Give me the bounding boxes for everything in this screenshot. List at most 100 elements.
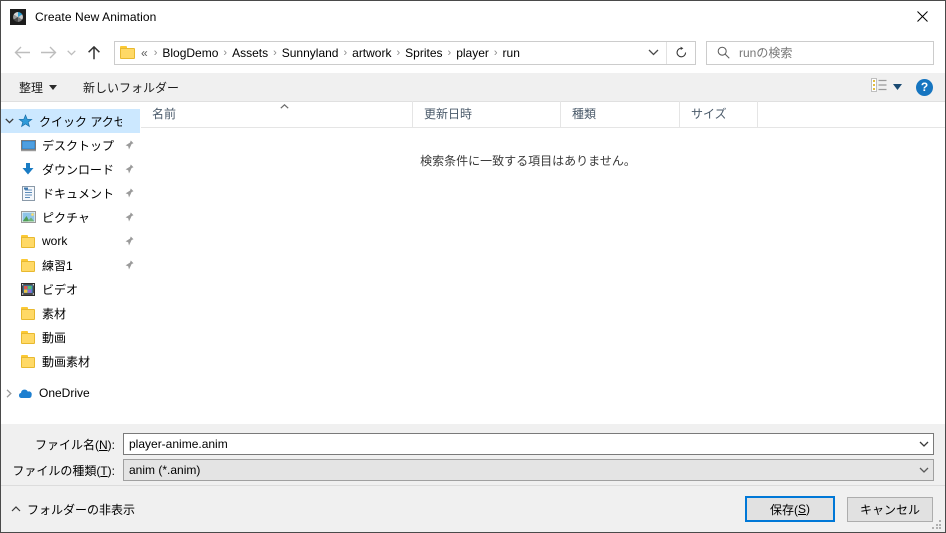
folder-icon — [20, 353, 36, 369]
file-name-chevron-down-icon[interactable] — [914, 434, 933, 454]
breadcrumb-item-2[interactable]: Sunnyland — [282, 46, 339, 60]
command-toolbar: 整理 新しいフォルダー ? — [1, 73, 945, 102]
sidebar-item-downloads[interactable]: ダウンロード — [1, 157, 140, 181]
caret-down-icon — [893, 84, 902, 90]
dialog-footer: フォルダーの非表示 保存(S) キャンセル — [1, 485, 945, 532]
folder-icon — [120, 45, 136, 60]
chevron-down-icon[interactable] — [1, 109, 17, 133]
pin-icon — [122, 236, 136, 246]
file-name-form: ファイル名(N): player-anime.anim ファイルの種類(T): … — [1, 424, 945, 485]
caret-down-icon — [49, 84, 58, 90]
breadcrumb-item-3[interactable]: artwork — [352, 46, 391, 60]
folder-icon — [20, 305, 36, 321]
organize-button[interactable]: 整理 — [19, 79, 58, 96]
file-type-select[interactable]: anim (*.anim) — [123, 459, 934, 481]
sidebar-item-pictures[interactable]: ピクチャ — [1, 205, 140, 229]
hide-folders-button[interactable]: フォルダーの非表示 — [11, 501, 135, 518]
search-input[interactable]: runの検索 — [706, 40, 934, 65]
chevron-right-icon[interactable] — [1, 381, 17, 405]
breadcrumb-overflow[interactable]: « — [141, 46, 149, 60]
breadcrumb-separator[interactable]: › — [391, 47, 405, 59]
onedrive-icon — [17, 385, 33, 401]
close-icon[interactable] — [899, 1, 945, 32]
folder-icon — [20, 233, 36, 249]
new-folder-label: 新しいフォルダー — [83, 80, 180, 95]
folder-icon — [20, 329, 36, 345]
sidebar-item-documents[interactable]: ドキュメント — [1, 181, 140, 205]
sidebar-item-label: work — [42, 234, 68, 248]
search-placeholder: runの検索 — [739, 46, 793, 60]
navigation-bar: « › BlogDemo › Assets › Sunnyland › artw… — [1, 32, 945, 73]
breadcrumb-separator[interactable]: › — [443, 47, 457, 59]
arrow-up-icon[interactable] — [81, 40, 107, 66]
column-header-name[interactable]: 名前 — [141, 101, 412, 127]
view-options-button[interactable] — [871, 77, 902, 97]
file-type-value: anim (*.anim) — [129, 463, 201, 477]
save-file-dialog: Create New Animation « › BlogDemo › Asse… — [0, 0, 946, 533]
sidebar-item-videos[interactable]: ビデオ — [1, 277, 140, 301]
breadcrumb-item-1[interactable]: Assets — [232, 46, 268, 60]
refresh-icon[interactable] — [666, 41, 695, 64]
unity-app-icon — [10, 8, 26, 25]
breadcrumb: « › BlogDemo › Assets › Sunnyland › artw… — [141, 46, 640, 60]
file-list-pane: 名前 更新日時 種類 サイズ 検索条件に一致する項目はありません。 — [140, 101, 945, 424]
help-icon[interactable]: ? — [916, 78, 933, 96]
breadcrumb-item-5[interactable]: player — [456, 46, 489, 60]
cancel-label: キャンセル — [859, 502, 920, 517]
sidebar-item-label: 動画 — [42, 330, 67, 345]
sidebar-item-label: ピクチャ — [42, 210, 90, 225]
organize-label: 整理 — [19, 80, 44, 95]
sidebar-item-work[interactable]: work — [1, 229, 140, 253]
breadcrumb-item-4[interactable]: Sprites — [405, 46, 442, 60]
sidebar-item-onedrive[interactable]: OneDrive — [1, 381, 140, 405]
cancel-button[interactable]: キャンセル — [847, 496, 933, 522]
column-header-row: 名前 更新日時 種類 サイズ — [141, 101, 945, 128]
sidebar-item-douga[interactable]: 動画 — [1, 325, 140, 349]
pictures-icon — [20, 209, 36, 225]
desktop-icon — [20, 137, 36, 153]
file-type-row: ファイルの種類(T): anim (*.anim) — [1, 459, 934, 481]
sidebar-item-quick-access[interactable]: クイック アクセス — [1, 109, 140, 133]
title-bar: Create New Animation — [1, 1, 945, 32]
resize-grip-icon[interactable] — [932, 520, 942, 530]
breadcrumb-separator[interactable]: › — [489, 47, 503, 59]
address-bar[interactable]: « › BlogDemo › Assets › Sunnyland › artw… — [114, 40, 696, 65]
sidebar-item-sozai[interactable]: 素材 — [1, 301, 140, 325]
sidebar-item-label: 練習1 — [42, 258, 73, 273]
arrow-left-icon[interactable] — [9, 40, 35, 66]
empty-list-message: 検索条件に一致する項目はありません。 — [420, 154, 636, 168]
breadcrumb-separator[interactable]: › — [338, 47, 352, 59]
download-icon — [20, 161, 36, 177]
recent-locations-chevron-down-icon[interactable] — [61, 40, 81, 66]
breadcrumb-item-0[interactable]: BlogDemo — [162, 46, 218, 60]
chevron-up-icon — [11, 506, 21, 512]
column-header-date-modified[interactable]: 更新日時 — [412, 101, 560, 127]
sidebar-item-label: 動画素材 — [42, 354, 91, 369]
sidebar-item-label: OneDrive — [39, 386, 90, 400]
file-name-input[interactable]: player-anime.anim — [123, 433, 934, 455]
dialog-body: クイック アクセス デスクトップ — [1, 101, 945, 424]
sidebar-item-label: ドキュメント — [42, 186, 115, 201]
sidebar-item-douga-sozai[interactable]: 動画素材 — [1, 349, 140, 373]
breadcrumb-item-6[interactable]: run — [503, 46, 520, 60]
breadcrumb-separator[interactable]: › — [268, 47, 282, 59]
hide-folders-label: フォルダーの非表示 — [27, 502, 136, 517]
new-folder-button[interactable]: 新しいフォルダー — [83, 79, 179, 96]
file-name-value: player-anime.anim — [129, 437, 228, 451]
sidebar-item-renshuu1[interactable]: 練習1 — [1, 253, 140, 277]
pin-icon — [122, 260, 136, 270]
search-icon — [717, 46, 730, 59]
view-list-icon — [871, 77, 887, 97]
save-button[interactable]: 保存(S) — [745, 496, 835, 522]
address-dropdown-chevron-down-icon[interactable] — [640, 42, 666, 64]
navigation-pane: クイック アクセス デスクトップ — [1, 102, 140, 424]
sidebar-item-desktop[interactable]: デスクトップ — [1, 133, 140, 157]
file-type-chevron-down-icon[interactable] — [914, 460, 933, 480]
help-label: ? — [920, 80, 929, 94]
breadcrumb-separator[interactable]: › — [218, 47, 232, 59]
column-header-size[interactable]: サイズ — [679, 101, 757, 127]
column-header-type[interactable]: 種類 — [560, 101, 679, 127]
sidebar-item-label: クイック アクセス — [39, 114, 122, 129]
arrow-right-icon[interactable] — [35, 40, 61, 66]
breadcrumb-separator[interactable]: › — [149, 47, 163, 59]
